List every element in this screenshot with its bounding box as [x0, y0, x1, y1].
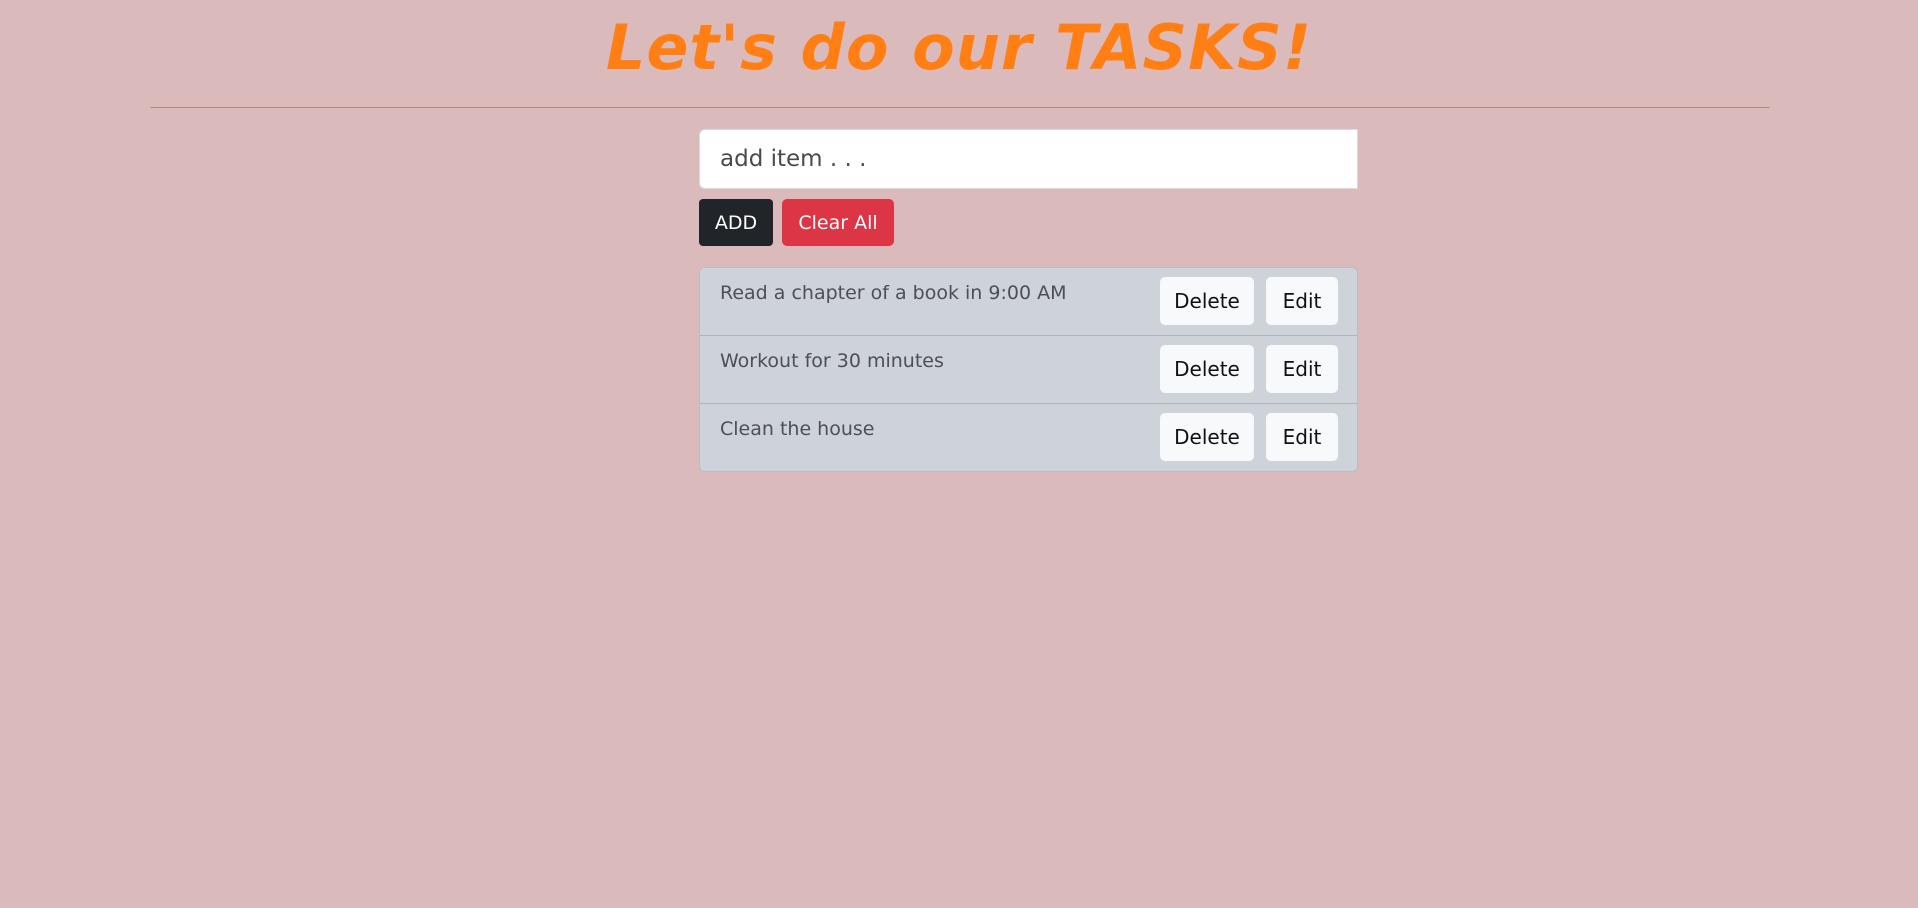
task-text: Clean the house [720, 418, 875, 440]
title-divider [150, 107, 1770, 108]
edit-button[interactable]: Edit [1266, 277, 1338, 325]
edit-button[interactable]: Edit [1266, 413, 1338, 461]
page-title: Let's do our TASKS! [605, 11, 1313, 84]
todo-panel: ADD Clear All Read a chapter of a book i… [699, 129, 1358, 472]
form-actions: ADD Clear All [699, 199, 1358, 246]
delete-button[interactable]: Delete [1160, 413, 1254, 461]
edit-button[interactable]: Edit [1266, 345, 1338, 393]
delete-button[interactable]: Delete [1160, 345, 1254, 393]
task-list: Read a chapter of a book in 9:00 AM Dele… [699, 267, 1358, 472]
task-actions: Delete Edit [1160, 345, 1338, 393]
task-item: Workout for 30 minutes Delete Edit [700, 336, 1357, 404]
add-item-input[interactable] [699, 129, 1358, 189]
task-text: Workout for 30 minutes [720, 350, 944, 372]
task-item: Clean the house Delete Edit [700, 404, 1357, 471]
task-text: Read a chapter of a book in 9:00 AM [720, 282, 1067, 304]
task-actions: Delete Edit [1160, 277, 1338, 325]
add-button[interactable]: ADD [699, 199, 773, 246]
task-actions: Delete Edit [1160, 413, 1338, 461]
task-item: Read a chapter of a book in 9:00 AM Dele… [700, 268, 1357, 336]
clear-all-button[interactable]: Clear All [782, 199, 894, 246]
delete-button[interactable]: Delete [1160, 277, 1254, 325]
